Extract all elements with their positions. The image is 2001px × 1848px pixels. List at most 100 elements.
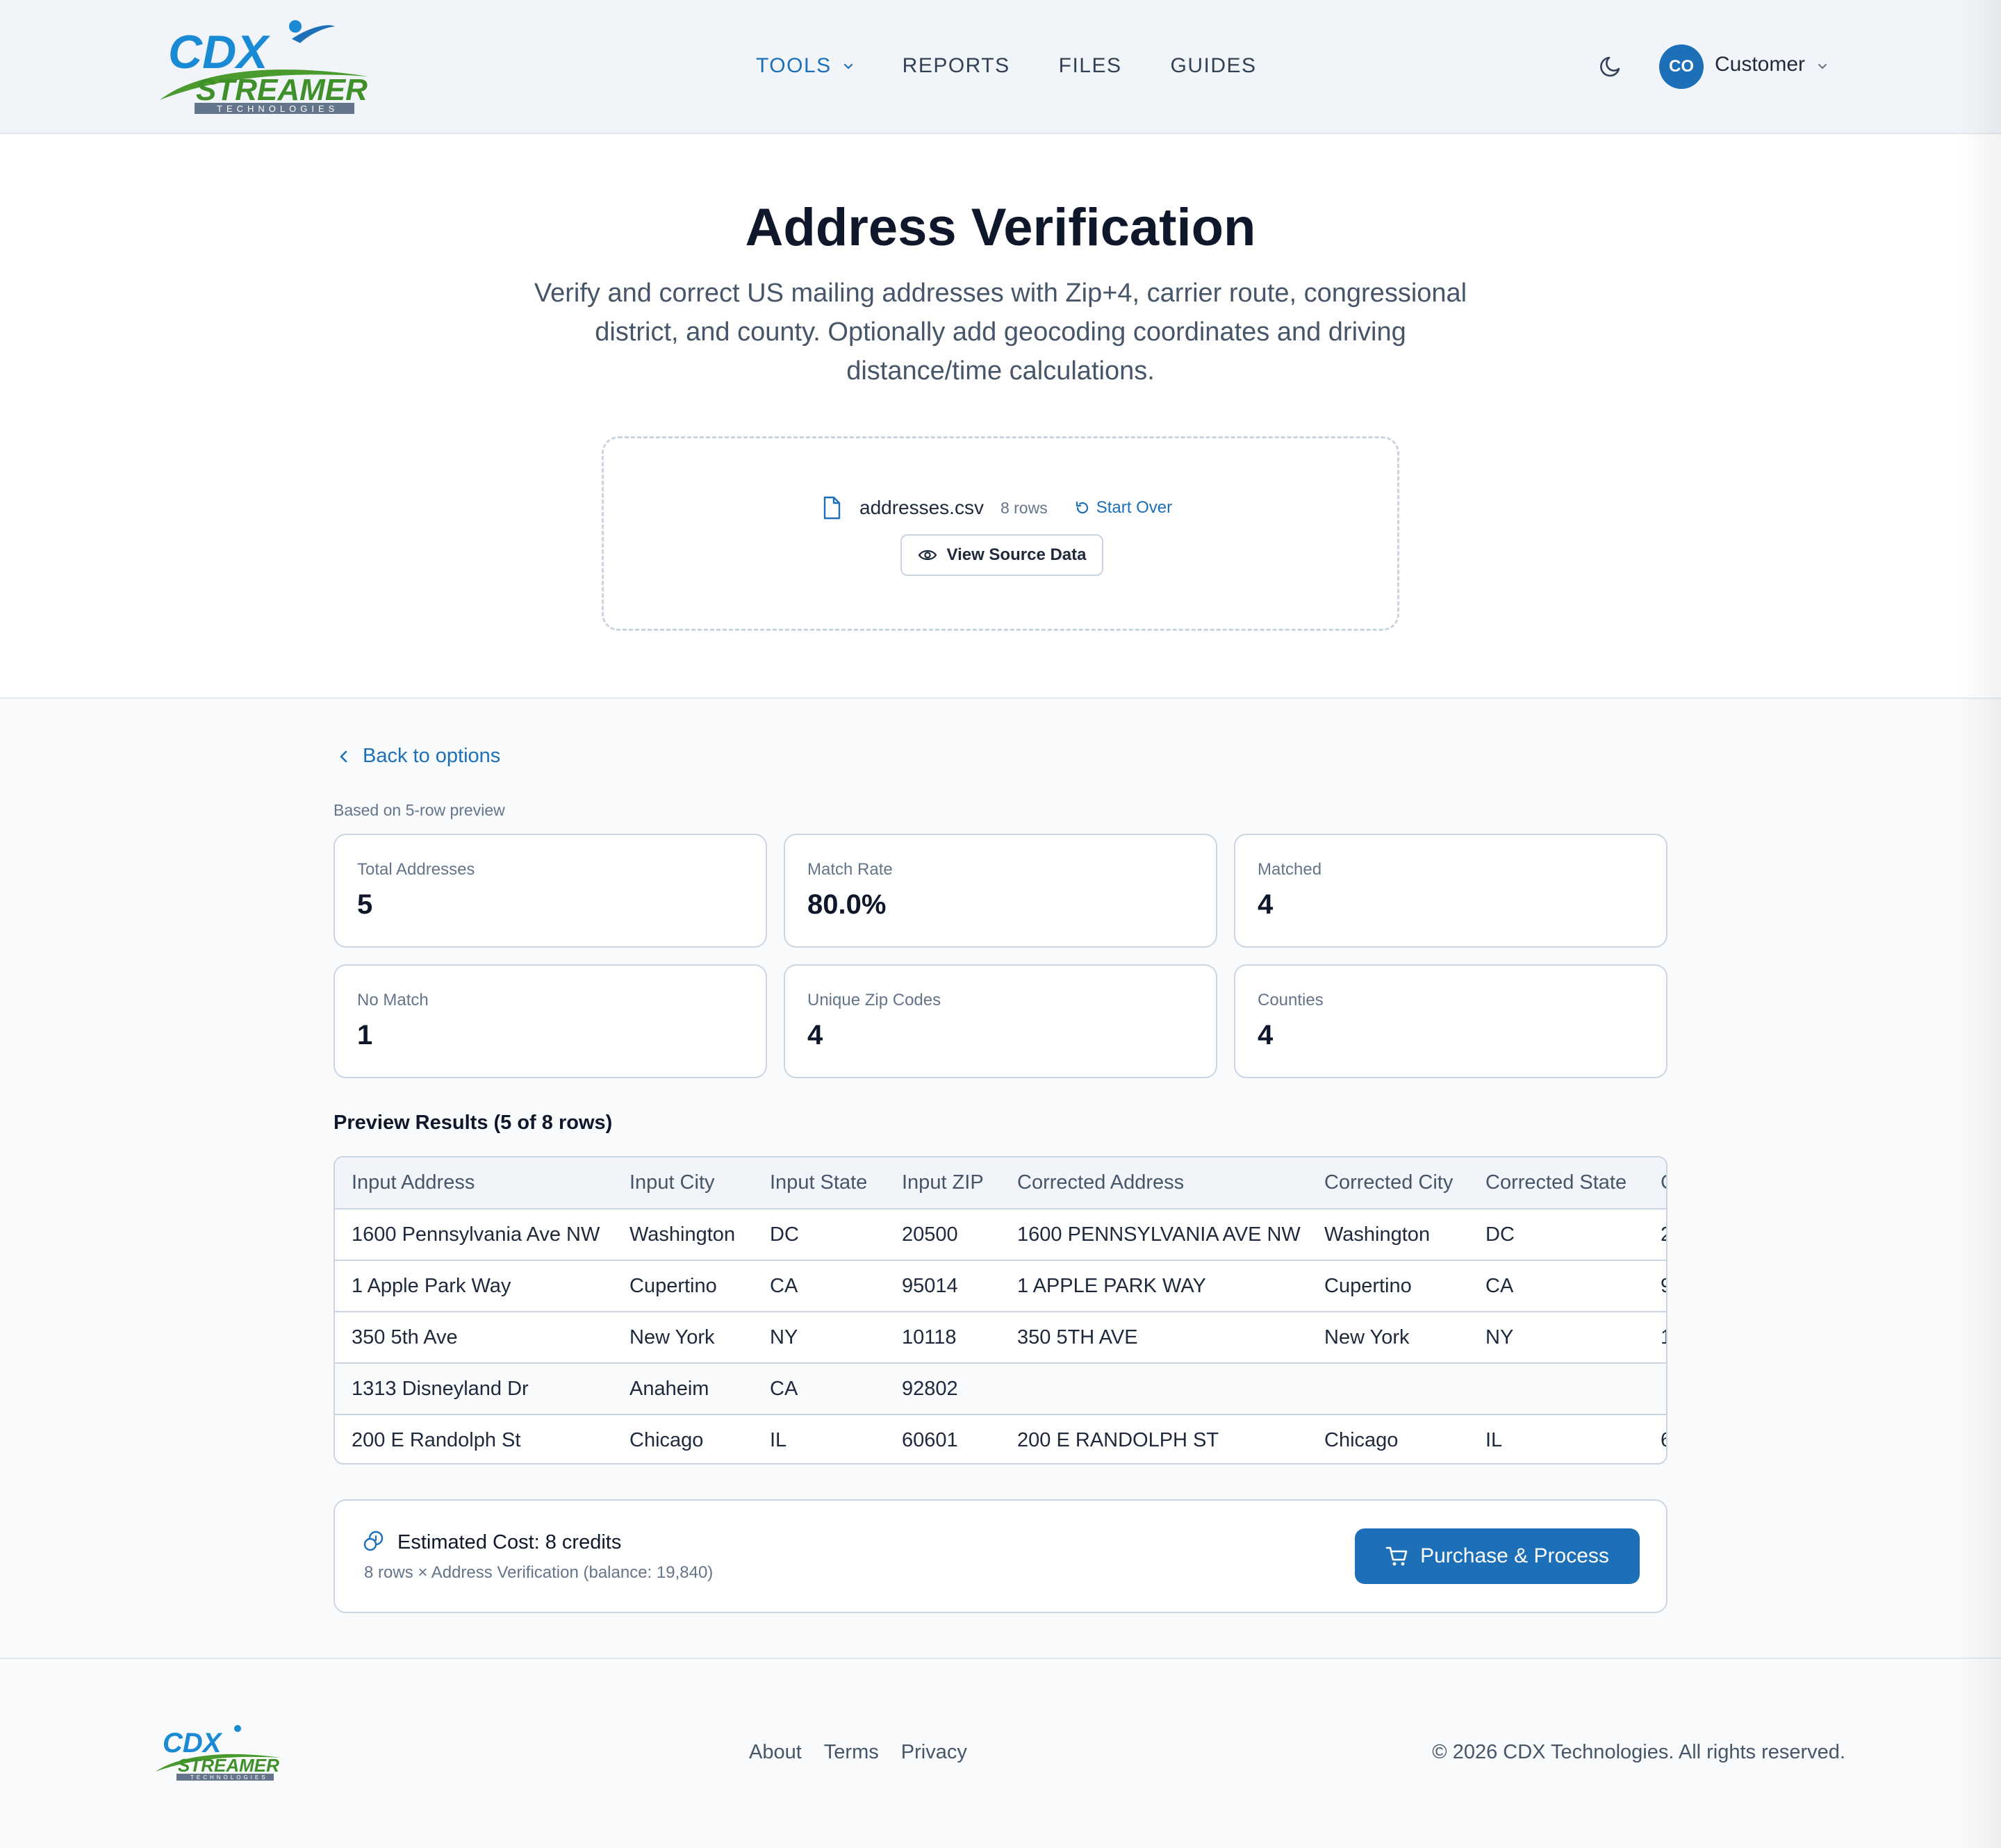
nav-tools-label: TOOLS: [756, 54, 832, 77]
view-source-data-button[interactable]: View Source Data: [900, 534, 1103, 576]
table-row: 1313 Disneyland Dr Anaheim CA 92802: [335, 1363, 1666, 1415]
table-cell: [1644, 1363, 1666, 1415]
table-cell: [1469, 1363, 1644, 1415]
footer-link-privacy[interactable]: Privacy: [901, 1741, 967, 1764]
stat-card-unique-zip-codes: Unique Zip Codes 4: [784, 964, 1217, 1078]
column-header: Input ZIP: [885, 1157, 1000, 1210]
svg-text:TECHNOLOGIES: TECHNOLOGIES: [190, 1774, 268, 1781]
nav-reports[interactable]: REPORTS: [903, 49, 1010, 83]
start-over-link[interactable]: Start Over: [1096, 498, 1172, 518]
back-to-options-label: Back to options: [363, 745, 501, 767]
table-cell: 1600 Pennsylvania Ave NW: [335, 1209, 613, 1261]
back-to-options-link[interactable]: Back to options: [336, 745, 500, 768]
svg-text:STREAMER: STREAMER: [178, 1755, 279, 1776]
table-cell: 1600 PENNSYLVANIA AVE NW: [1000, 1209, 1308, 1261]
table-header-row: Input Address Input City Input State Inp…: [335, 1157, 1666, 1210]
moon-icon[interactable]: [1598, 53, 1624, 79]
footer-link-terms[interactable]: Terms: [824, 1741, 879, 1764]
restart-icon[interactable]: [1074, 500, 1091, 516]
table-row: 1600 Pennsylvania Ave NW Washington DC 2…: [335, 1209, 1666, 1261]
table-cell: 200 E RANDOLPH ST: [1017, 1429, 1219, 1451]
footer-link-about[interactable]: About: [749, 1741, 802, 1764]
eye-icon: [918, 550, 937, 561]
preview-results-table[interactable]: Input Address Input City Input State Inp…: [334, 1156, 1668, 1465]
table-cell: 60601: [902, 1429, 958, 1451]
purchase-and-process-button[interactable]: Purchase & Process: [1355, 1528, 1640, 1584]
preview-results-title: Preview Results (5 of 8 rows): [334, 1112, 613, 1134]
table-cell: Cupertino: [1308, 1260, 1469, 1312]
table-cell: Chicago: [1324, 1429, 1399, 1451]
column-header: Corrected City: [1308, 1157, 1469, 1210]
column-header: Corrected State: [1469, 1157, 1644, 1210]
table-cell: 350 5th Ave: [335, 1312, 613, 1364]
avatar[interactable]: CO: [1659, 44, 1704, 89]
nav-guides[interactable]: GUIDES: [1171, 49, 1257, 83]
table-cell: 95014: [1644, 1260, 1666, 1312]
stat-value: 4: [1258, 889, 1274, 920]
table-cell: 200 E Randolph St: [352, 1429, 521, 1451]
preview-note: Based on 5-row preview: [334, 801, 505, 819]
user-menu-name[interactable]: Customer: [1715, 53, 1805, 76]
column-header: Input State: [753, 1157, 885, 1210]
purchase-and-process-label: Purchase & Process: [1420, 1544, 1609, 1567]
table-cell: IL: [1485, 1429, 1503, 1451]
footer-links: About Terms Privacy: [749, 1741, 989, 1764]
chevron-down-icon: [843, 63, 853, 69]
stat-label: No Match: [357, 991, 429, 1009]
table-cell: 20500: [885, 1209, 1000, 1261]
stat-card-matched: Matched 4: [1234, 834, 1668, 948]
table-cell: 350 5TH AVE: [1000, 1312, 1308, 1364]
table-cell: 20500: [1644, 1209, 1666, 1261]
nav-tools[interactable]: TOOLS: [756, 49, 855, 83]
table-row: 1 Apple Park Way Cupertino CA 95014 1 AP…: [335, 1260, 1666, 1312]
chevron-down-icon[interactable]: [1815, 58, 1830, 74]
svg-text:STREAMER: STREAMER: [196, 73, 368, 107]
table-cell: New York: [1308, 1312, 1469, 1364]
stat-value: 4: [807, 1020, 823, 1050]
uploaded-file-row: addresses.csv 8 rows Start Over: [821, 494, 1172, 522]
cdx-streamer-logo[interactable]: CDX STREAMER TECHNOLOGIES: [153, 1723, 285, 1781]
table-row: 350 5th Ave New York NY 10118 350 5TH AV…: [335, 1312, 1666, 1364]
stat-label: Unique Zip Codes: [807, 991, 941, 1009]
table-cell: New York: [613, 1312, 753, 1364]
stat-card-counties: Counties 4: [1234, 964, 1668, 1078]
table-cell: CA: [753, 1363, 885, 1415]
stat-value: 4: [1258, 1020, 1274, 1050]
table-row: 200 E Randolph St Chicago IL 60601 200 E…: [335, 1414, 1666, 1463]
stat-card-match-rate: Match Rate 80.0%: [784, 834, 1217, 948]
top-header: CDX STREAMER TECHNOLOGIES TOOLS REPORTS …: [0, 0, 2001, 134]
stat-value: 5: [357, 889, 373, 920]
column-header: Input City: [613, 1157, 753, 1210]
table-cell: 95014: [885, 1260, 1000, 1312]
copyright-text: © 2026 CDX Technologies. All rights rese…: [1432, 1741, 1845, 1763]
svg-text:TECHNOLOGIES: TECHNOLOGIES: [217, 104, 338, 114]
page-title: Address Verification: [745, 198, 1256, 257]
svg-text:CDX: CDX: [168, 26, 270, 79]
main-nav: TOOLS REPORTS FILES GUIDES: [756, 49, 1257, 83]
nav-files[interactable]: FILES: [1059, 49, 1122, 83]
table-cell: [1000, 1363, 1308, 1415]
table-cell: Cupertino: [613, 1260, 753, 1312]
svg-text:CDX: CDX: [163, 1728, 223, 1758]
stat-label: Match Rate: [807, 860, 893, 879]
table-cell: 1 Apple Park Way: [335, 1260, 613, 1312]
page-footer: CDX STREAMER TECHNOLOGIES About Terms Pr…: [0, 1658, 2001, 1848]
stat-label: Total Addresses: [357, 860, 475, 879]
table-cell: Washington: [1308, 1209, 1469, 1261]
file-dropzone[interactable]: addresses.csv 8 rows Start Over View Sou…: [602, 436, 1399, 631]
cdx-streamer-logo[interactable]: CDX STREAMER TECHNOLOGIES: [153, 18, 375, 115]
stat-value: 80.0%: [807, 889, 887, 920]
stat-card-no-match: No Match 1: [334, 964, 767, 1078]
table-cell: CA: [753, 1260, 885, 1312]
stat-label: Matched: [1258, 860, 1322, 879]
table-cell: 92802: [885, 1363, 1000, 1415]
page-description: Verify and correct US mailing addresses …: [534, 279, 1467, 386]
table-cell: 1 APPLE PARK WAY: [1000, 1260, 1308, 1312]
table-cell: IL: [770, 1429, 787, 1451]
stat-label: Counties: [1258, 991, 1324, 1009]
file-icon: [823, 496, 841, 520]
table-cell: Chicago: [629, 1429, 704, 1451]
shopping-cart-icon: [1385, 1546, 1408, 1566]
table-cell: Washington: [613, 1209, 753, 1261]
column-header: Corrected Address: [1000, 1157, 1308, 1210]
